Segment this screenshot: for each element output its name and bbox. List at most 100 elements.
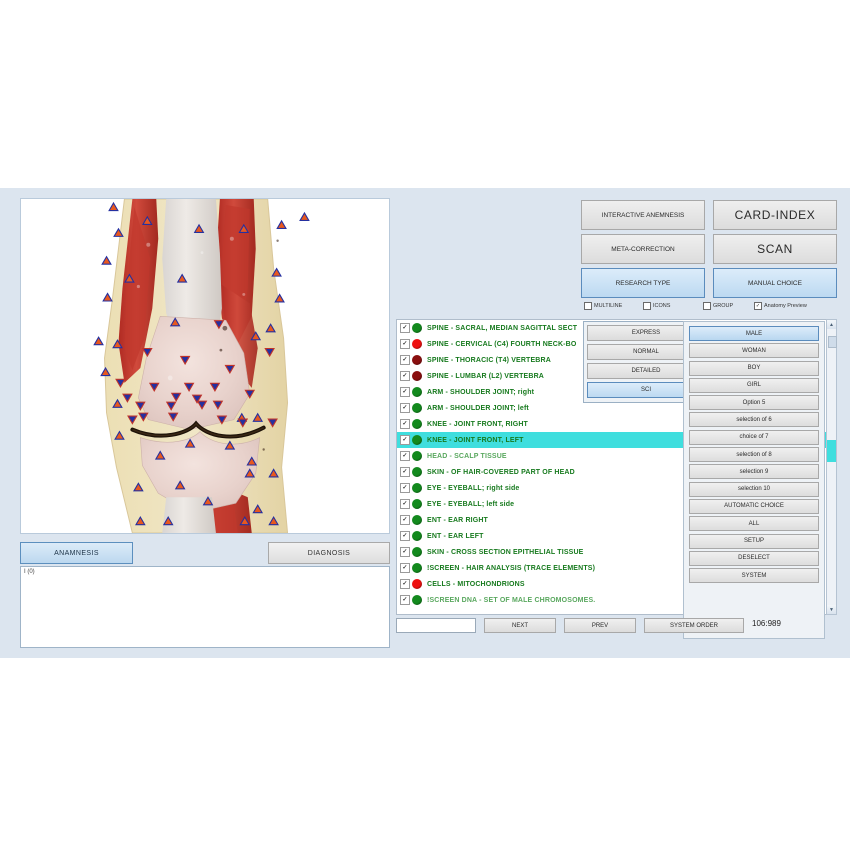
list-item-checkbox[interactable]: ✓ (400, 467, 410, 477)
list-item-checkbox[interactable]: ✓ (400, 339, 410, 349)
list-item-label: ENT - EAR LEFT (427, 532, 484, 540)
status-dot-green (412, 499, 422, 509)
list-item-checkbox[interactable]: ✓ (400, 387, 410, 397)
meta-correction-button[interactable]: META-CORRECTION (581, 234, 705, 264)
knee-sagittal-section-image (21, 199, 389, 533)
notes-textarea[interactable]: I (0) (20, 566, 390, 648)
anatomy-preview-view[interactable] (20, 198, 390, 534)
mode-button-grid: INTERACTIVE ANEMNESIS META-CORRECTION RE… (581, 200, 837, 312)
list-item-checkbox[interactable]: ✓ (400, 435, 410, 445)
choice-button-system[interactable]: SYSTEM (689, 568, 819, 584)
list-item-label: SPINE - LUMBAR (L2) VERTEBRA (427, 372, 544, 380)
checkbox-multiline-label: MULTILINE (594, 303, 623, 309)
status-dot-red (412, 339, 422, 349)
choice-button-automatic-choice[interactable]: AUTOMATIC CHOICE (689, 498, 819, 514)
status-dot-green (412, 483, 422, 493)
list-item-checkbox[interactable]: ✓ (400, 323, 410, 333)
checkbox-icons[interactable]: ICONS (643, 302, 670, 310)
status-dot-green (412, 403, 422, 413)
checkbox-group-box[interactable] (703, 302, 711, 310)
checkbox-anatomy-preview-box[interactable]: ✓ (754, 302, 762, 310)
status-dot-darkred (412, 355, 422, 365)
list-item-label: ARM - SHOULDER JOINT; right (427, 388, 535, 396)
checkbox-multiline-box[interactable] (584, 302, 592, 310)
list-item-label: CELLS - MITOCHONDRIONS (427, 580, 525, 588)
choice-button-selection-of-8[interactable]: selection of 8 (689, 447, 819, 463)
list-item-label: SPINE - THORACIC (T4) VERTEBRA (427, 356, 551, 364)
list-item-label: SPINE - SACRAL, MEDIAN SAGITTAL SECT (427, 324, 578, 332)
search-input[interactable] (396, 618, 476, 633)
checkbox-icons-box[interactable] (643, 302, 651, 310)
checkbox-icons-label: ICONS (653, 303, 671, 309)
choice-button-choice-of-7[interactable]: choice of 7 (689, 429, 819, 445)
checkbox-anatomy-preview[interactable]: ✓ Anatomy Preview (754, 302, 807, 310)
next-button[interactable]: NEXT (484, 618, 556, 633)
list-item-checkbox[interactable]: ✓ (400, 547, 410, 557)
choice-button-selection-9[interactable]: selection 9 (689, 464, 819, 480)
list-item-checkbox[interactable]: ✓ (400, 499, 410, 509)
list-item-label: KNEE - JOINT FRONT, LEFT (427, 436, 524, 444)
status-dot-green (412, 435, 422, 445)
choice-button-setup[interactable]: SETUP (689, 533, 819, 549)
manual-choice-panel: MALE WOMAN BOY GIRL Option 5 selection of 6 ch… (683, 321, 825, 639)
status-dot-green (412, 595, 422, 605)
scrollbar-thumb[interactable] (828, 336, 837, 348)
list-item-label: EYE - EYEBALL; left side (427, 500, 515, 508)
list-item-checkbox[interactable]: ✓ (400, 483, 410, 493)
list-item-checkbox[interactable]: ✓ (400, 563, 410, 573)
status-dot-green (412, 323, 422, 333)
list-item-label: ENT - EAR RIGHT (427, 516, 488, 524)
list-item-label: SPINE - CERVICAL (C4) FOURTH NECK-BO (427, 340, 577, 348)
list-item-checkbox[interactable]: ✓ (400, 531, 410, 541)
list-item-checkbox[interactable]: ✓ (400, 515, 410, 525)
choice-button-all[interactable]: ALL (689, 516, 819, 532)
list-item-checkbox[interactable]: ✓ (400, 595, 410, 605)
manual-choice-button[interactable]: MANUAL CHOICE (713, 268, 837, 298)
status-dot-green (412, 547, 422, 557)
scroll-up-arrow-icon[interactable]: ▲ (827, 320, 836, 329)
choice-button-boy[interactable]: BOY (689, 360, 819, 376)
choice-button-deselect[interactable]: DESELECT (689, 550, 819, 566)
choice-button-male[interactable]: MALE (689, 326, 819, 341)
option-checkbox-row: MULTILINE ICONS GROUP ✓ Anatomy Preview (581, 302, 837, 316)
list-item-label: EYE - EYEBALL; right side (427, 484, 520, 492)
system-order-button[interactable]: SYSTEM ORDER (644, 618, 744, 633)
status-dot-green (412, 467, 422, 477)
choice-button-selection-10[interactable]: selection 10 (689, 481, 819, 497)
list-item-checkbox[interactable]: ✓ (400, 355, 410, 365)
tab-diagnosis[interactable]: DIAGNOSIS (268, 542, 390, 564)
left-panel-tabs: ANAMNESIS DIAGNOSIS (20, 542, 390, 564)
list-item-checkbox[interactable]: ✓ (400, 371, 410, 381)
list-item-checkbox[interactable]: ✓ (400, 451, 410, 461)
choice-button-girl[interactable]: GIRL (689, 377, 819, 393)
choice-button-woman[interactable]: WOMAN (689, 343, 819, 359)
prev-button[interactable]: PREV (564, 618, 636, 633)
status-dot-red (412, 579, 422, 589)
organ-list-scrollbar[interactable]: ▲ ▼ (826, 319, 837, 615)
bottom-toolbar: NEXT PREV SYSTEM ORDER 106:989 (396, 618, 836, 638)
list-item-checkbox[interactable]: ✓ (400, 579, 410, 589)
status-dot-green (412, 451, 422, 461)
list-item-label: ARM - SHOULDER JOINT; left (427, 404, 529, 412)
left-panel: ANAMNESIS DIAGNOSIS I (0) (20, 198, 392, 648)
card-index-button[interactable]: CARD-INDEX (713, 200, 837, 230)
status-dot-darkred (412, 371, 422, 381)
scan-button[interactable]: SCAN (713, 234, 837, 264)
list-item-checkbox[interactable]: ✓ (400, 403, 410, 413)
interactive-anemnesis-button[interactable]: INTERACTIVE ANEMNESIS (581, 200, 705, 230)
list-item-label: KNEE - JOINT FRONT, RIGHT (427, 420, 528, 428)
scroll-down-arrow-icon[interactable]: ▼ (827, 605, 836, 614)
checkbox-multiline[interactable]: MULTILINE (584, 302, 622, 310)
status-dot-green (412, 563, 422, 573)
list-item-label: SKIN - OF HAIR-COVERED PART OF HEAD (427, 468, 575, 476)
research-type-button[interactable]: RESEARCH TYPE (581, 268, 705, 298)
list-item-checkbox[interactable]: ✓ (400, 419, 410, 429)
status-dot-green (412, 531, 422, 541)
list-item-label: !SCREEN DNA - SET OF MALE CHROMOSOMES. (427, 596, 596, 604)
choice-button-option-5[interactable]: Option 5 (689, 395, 819, 411)
choice-button-selection-of-6[interactable]: selection of 6 (689, 412, 819, 428)
checkbox-group-label: GROUP (713, 303, 734, 309)
status-dot-green (412, 515, 422, 525)
checkbox-group[interactable]: GROUP (703, 302, 733, 310)
tab-anamnesis[interactable]: ANAMNESIS (20, 542, 133, 564)
